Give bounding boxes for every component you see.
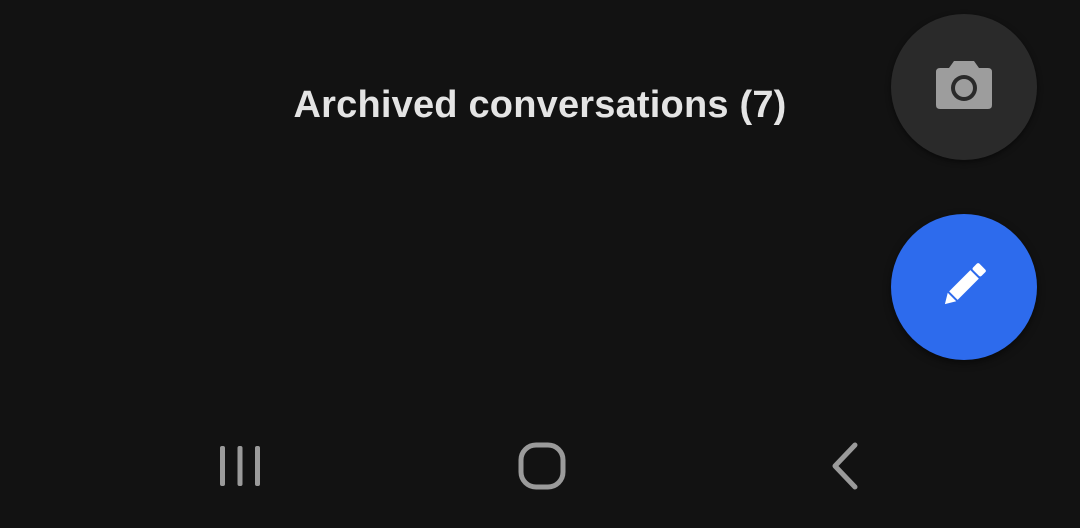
recents-icon	[218, 444, 262, 493]
recents-button[interactable]	[180, 418, 300, 518]
pencil-icon	[936, 257, 992, 318]
back-icon	[829, 442, 861, 495]
camera-icon	[934, 57, 994, 118]
back-button[interactable]	[785, 418, 905, 518]
home-button[interactable]	[482, 418, 602, 518]
navigation-bar	[0, 418, 1080, 528]
screen: Archived conversations (7)	[0, 0, 1080, 528]
home-icon	[518, 442, 566, 495]
compose-button[interactable]	[891, 214, 1037, 360]
camera-button[interactable]	[891, 14, 1037, 160]
